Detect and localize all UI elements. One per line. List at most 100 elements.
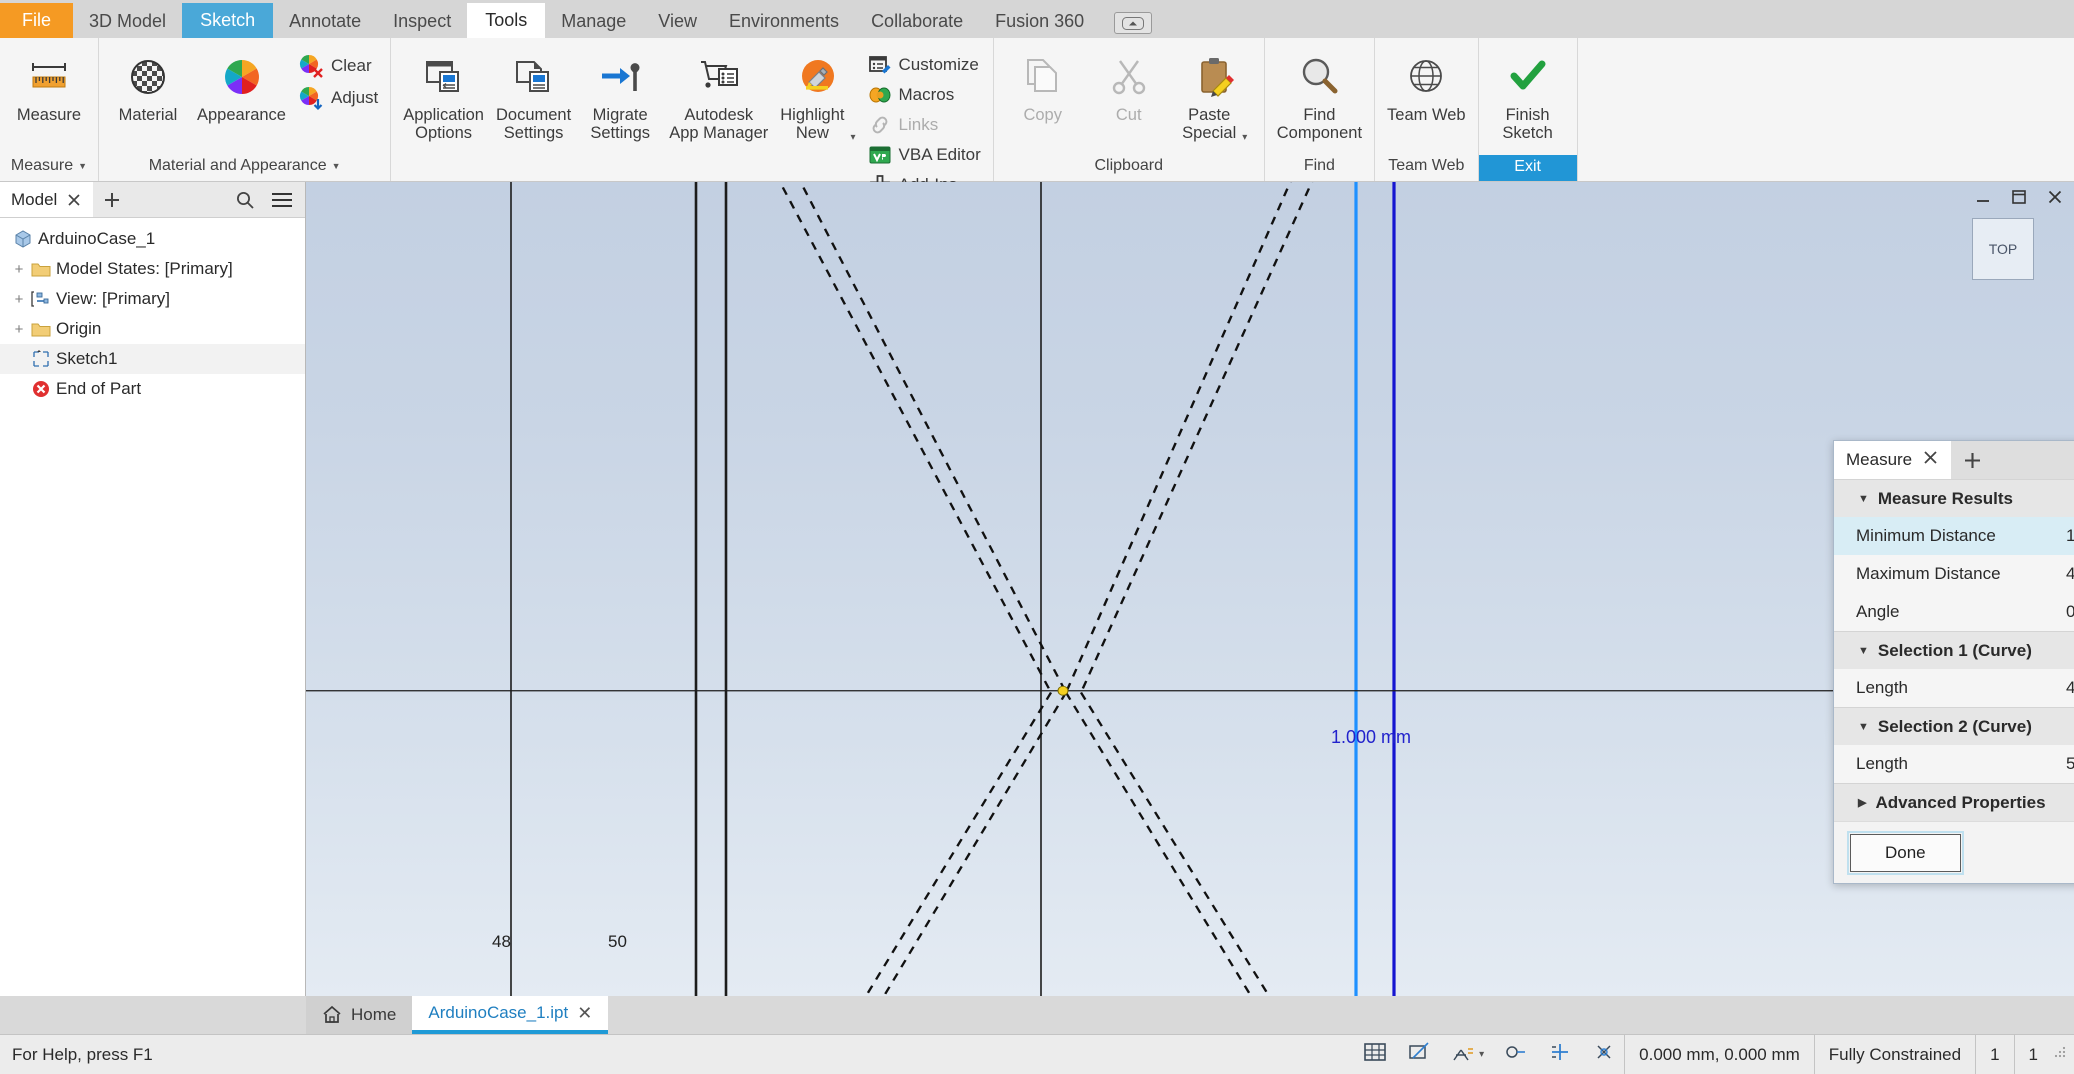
customize-icon <box>868 53 892 77</box>
hamburger-menu-icon[interactable] <box>271 191 293 209</box>
constraint-status: Fully Constrained <box>1814 1035 1975 1074</box>
measure-button[interactable]: Measure <box>6 46 92 129</box>
ribbon-tab-3d-model[interactable]: 3D Model <box>73 6 182 38</box>
document-settings-button[interactable]: Document Settings <box>490 46 577 147</box>
measure-row[interactable]: Maximum Distance49.010 mm <box>1834 555 2074 593</box>
coordinate-readout: 0.000 mm, 0.000 mm <box>1624 1035 1814 1074</box>
sketch-visibility-icon[interactable]: ▾ <box>1451 1044 1484 1066</box>
autodesk-app-manager-button[interactable]: Autodesk App Manager <box>663 46 774 147</box>
expand-icon[interactable]: + <box>10 261 28 278</box>
ribbon-collapse-icon[interactable] <box>1114 12 1152 34</box>
tree-item-sketch1[interactable]: Sketch1 <box>0 344 305 374</box>
plus-icon[interactable] <box>1951 441 1994 479</box>
measure-row[interactable]: Length50.000 mm <box>1834 745 2074 783</box>
sketch-grid-icon[interactable] <box>1363 1041 1387 1068</box>
document-settings-icon <box>512 50 556 104</box>
ribbon-group-title[interactable]: Measure▼ <box>0 155 98 181</box>
ribbon-small-button-label: VBA Editor <box>899 145 981 165</box>
sketch-slice-icon[interactable] <box>1407 1041 1431 1068</box>
close-icon[interactable]: ✕ <box>577 1003 592 1024</box>
close-icon[interactable] <box>66 192 82 208</box>
migrate-settings-button[interactable]: Migrate Settings <box>577 46 663 147</box>
measure-section-measure-results[interactable]: ▼ Measure Results <box>1834 479 2074 517</box>
restore-window-button[interactable] <box>2010 188 2028 211</box>
resize-grip[interactable] <box>2052 1045 2074 1065</box>
triangle-down-icon[interactable]: ▼ <box>1858 721 1869 733</box>
triangle-down-icon[interactable]: ▼ <box>1858 645 1869 657</box>
minimize-window-button[interactable] <box>1974 188 1992 211</box>
dimension-label[interactable]: 50 <box>608 932 627 952</box>
finish-sketch-button[interactable]: Finish Sketch <box>1485 46 1571 147</box>
ribbon-group-title-exit[interactable]: Exit <box>1479 155 1577 181</box>
customize-button[interactable]: Customize <box>862 50 987 80</box>
ribbon-tab-view[interactable]: View <box>642 6 713 38</box>
appearance-button[interactable]: Appearance <box>191 46 292 129</box>
ribbon-tab-collaborate[interactable]: Collaborate <box>855 6 979 38</box>
dimension-label[interactable]: 1.000 mm <box>1331 727 1411 748</box>
measure-section-selection-2-curve-[interactable]: ▼Selection 2 (Curve) <box>1834 707 2074 745</box>
browser-tab-model[interactable]: Model <box>0 182 93 217</box>
ribbon-tab-tools[interactable]: Tools <box>467 3 545 38</box>
chevron-down-icon[interactable]: ▾ <box>1242 132 1247 143</box>
measure-section-advanced-properties[interactable]: ▶Advanced Properties <box>1834 783 2074 821</box>
document-tab-label: ArduinoCase_1.ipt <box>428 1003 568 1023</box>
application-options-button[interactable]: Application Options <box>397 46 490 147</box>
vba-editor-button[interactable]: VBA Editor <box>862 140 987 170</box>
tree-item-arduinocase-1[interactable]: ArduinoCase_1 <box>0 224 305 254</box>
ribbon-small-button-label: Adjust <box>331 88 378 108</box>
measure-panel-tab[interactable]: Measure <box>1834 441 1951 479</box>
done-button[interactable]: Done <box>1850 834 1961 872</box>
ribbon-tab-manage[interactable]: Manage <box>545 6 642 38</box>
chevron-down-icon[interactable]: ▼ <box>332 161 341 171</box>
sketch-dimension-icon[interactable] <box>1548 1041 1572 1068</box>
ribbon-tab-fusion-360[interactable]: Fusion 360 <box>979 6 1100 38</box>
ribbon-tab-sketch[interactable]: Sketch <box>182 3 273 38</box>
triangle-down-icon[interactable]: ▼ <box>1858 493 1869 505</box>
tree-item-view-primary-[interactable]: +View: [Primary] <box>0 284 305 314</box>
close-icon[interactable] <box>1922 449 1939 471</box>
view-cube[interactable]: TOP <box>1972 218 2034 280</box>
ribbon-group-title[interactable]: Material and Appearance▼ <box>99 155 390 181</box>
ribbon-tab-inspect[interactable]: Inspect <box>377 6 467 38</box>
material-button[interactable]: Material <box>105 46 191 129</box>
document-tab-arduinocase-1-ipt[interactable]: ArduinoCase_1.ipt ✕ <box>412 996 608 1034</box>
ribbon-button-label: Cut <box>1116 107 1142 125</box>
measure-row[interactable]: Angle0.00 deg <box>1834 593 2074 631</box>
search-icon[interactable] <box>235 190 255 210</box>
sketch-constraint-icon[interactable] <box>1504 1041 1528 1068</box>
sketch-show-constraints-icon[interactable] <box>1592 1041 1616 1068</box>
dimension-label[interactable]: 48 <box>492 932 511 952</box>
chevron-down-icon[interactable]: ▾ <box>1479 1049 1484 1060</box>
measure-panel-header: Measure <box>1834 441 2074 479</box>
macros-button[interactable]: Macros <box>862 80 987 110</box>
clear-button[interactable]: Clear <box>292 50 384 82</box>
document-tab-home[interactable]: Home <box>306 996 412 1034</box>
plus-icon[interactable] <box>93 182 131 217</box>
chevron-down-icon[interactable]: ▾ <box>850 132 855 143</box>
ribbon-tab-environments[interactable]: Environments <box>713 6 855 38</box>
measure-row[interactable]: Length48.000 mm <box>1834 669 2074 707</box>
expand-icon[interactable]: + <box>10 321 28 338</box>
measure-section-title: Measure Results <box>1878 489 2013 509</box>
copy-button[interactable]: Copy <box>1000 46 1086 129</box>
graphics-canvas[interactable]: 48501.000 mm ZX TOP ▾ <box>306 182 2074 996</box>
tree-item-origin[interactable]: +Origin <box>0 314 305 344</box>
adjust-button[interactable]: Adjust <box>292 82 384 114</box>
expand-icon[interactable]: + <box>10 291 28 308</box>
paste-special-button[interactable]: Paste Special▾ <box>1172 46 1258 147</box>
ribbon-tab-file[interactable]: File <box>0 3 73 38</box>
measure-section-selection-1-curve-[interactable]: ▼Selection 1 (Curve) <box>1834 631 2074 669</box>
chevron-down-icon[interactable]: ▼ <box>78 161 87 171</box>
tree-item-end-of-part[interactable]: End of Part <box>0 374 305 404</box>
close-window-button[interactable] <box>2046 188 2064 211</box>
team-web-button[interactable]: Team Web <box>1381 46 1472 129</box>
triangle-right-icon[interactable]: ▶ <box>1858 796 1866 809</box>
ribbon-tab-annotate[interactable]: Annotate <box>273 6 377 38</box>
highlight-new-button[interactable]: Highlight New▾ <box>774 46 861 147</box>
browser-header: Model <box>0 182 305 218</box>
measure-row[interactable]: Minimum Distance1.000 mm <box>1834 517 2074 555</box>
ribbon-small-button-label: Macros <box>899 85 955 105</box>
tree-item-model-states-primary-[interactable]: +Model States: [Primary] <box>0 254 305 284</box>
cut-button[interactable]: Cut <box>1086 46 1172 129</box>
find-component-button[interactable]: Find Component <box>1271 46 1368 147</box>
